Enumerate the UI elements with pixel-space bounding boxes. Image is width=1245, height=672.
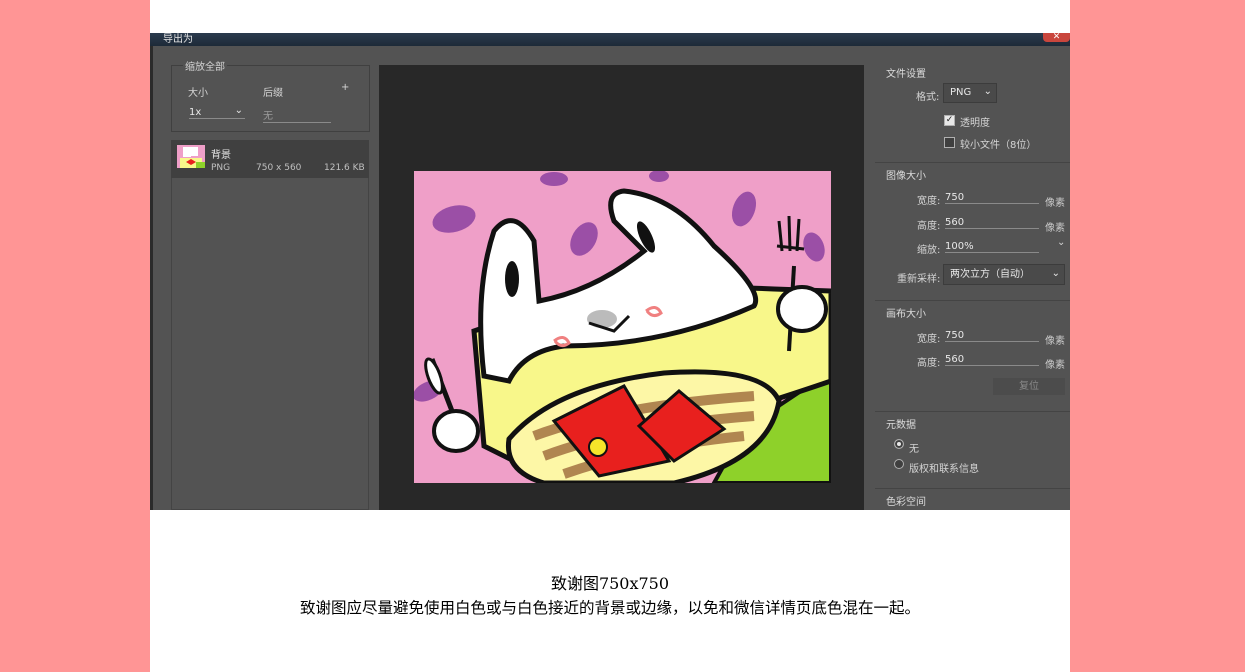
- canvas-size-title: 画布大小: [886, 309, 926, 320]
- caption-description: 致谢图应尽量避免使用白色或与白色接近的背景或边缘，以免和微信详情页底色混在一起。: [299, 599, 920, 617]
- chevron-down-icon: ⌄: [1057, 237, 1066, 248]
- window-left-edge: [150, 46, 153, 510]
- smaller-file-label: 较小文件（8位）: [960, 140, 1037, 151]
- chevron-down-icon: ⌄: [1051, 268, 1060, 279]
- resample-value: 两次立方（自动）: [950, 269, 1030, 280]
- resample-dropdown[interactable]: 两次立方（自动） ⌄: [943, 264, 1065, 285]
- resample-label: 重新采样:: [897, 274, 941, 285]
- image-width-field[interactable]: 750: [945, 192, 1039, 204]
- image-height-unit: 像素: [1045, 223, 1065, 234]
- close-button[interactable]: ✕: [1043, 33, 1070, 42]
- image-width-unit: 像素: [1045, 198, 1065, 209]
- canvas-height-label: 高度:: [917, 358, 941, 369]
- image-size-section: 图像大小 宽度: 750 像素 高度: 560 像素 缩放: 100% ⌄ 重新…: [875, 162, 1070, 288]
- canvas-size-section: 画布大小 宽度: 750 像素 高度: 560 像素 复位: [875, 300, 1070, 399]
- suffix-header: 后缀: [263, 88, 283, 99]
- canvas-width-label: 宽度:: [917, 334, 941, 345]
- window-title: 导出为: [163, 34, 193, 45]
- metadata-copyright-radio[interactable]: [894, 459, 904, 469]
- canvas-height-unit: 像素: [1045, 360, 1065, 371]
- size-dropdown[interactable]: 1x ⌄: [189, 105, 245, 119]
- file-settings-section: 文件设置 格式: PNG ⌄ ✓ 透明度 较小文件（8位）: [875, 65, 1070, 155]
- asset-dimensions: 750 x 560: [256, 163, 302, 173]
- metadata-section: 元数据 无 版权和联系信息: [875, 411, 1070, 482]
- asset-format: PNG: [211, 163, 231, 173]
- canvas-height-field[interactable]: 560: [945, 354, 1039, 366]
- asset-filesize: 121.6 KB: [324, 163, 365, 173]
- chevron-down-icon: ⌄: [234, 105, 243, 116]
- preview-image: [414, 171, 831, 483]
- image-size-title: 图像大小: [886, 171, 926, 182]
- image-height-field[interactable]: 560: [945, 217, 1039, 229]
- smaller-file-checkbox[interactable]: [944, 137, 955, 148]
- format-value: PNG: [950, 87, 972, 98]
- metadata-title: 元数据: [886, 420, 916, 431]
- scale-field[interactable]: 100%: [945, 241, 1039, 253]
- canvas-width-unit: 像素: [1045, 336, 1065, 347]
- scale-label: 缩放:: [917, 245, 941, 256]
- title-bar: 导出为 ✕: [150, 33, 1070, 46]
- reset-button[interactable]: 复位: [993, 378, 1065, 395]
- caption-title: 致谢图750x750: [550, 574, 670, 593]
- metadata-copyright-label: 版权和联系信息: [909, 464, 979, 475]
- transparency-checkbox[interactable]: ✓: [944, 115, 955, 126]
- image-height-label: 高度:: [917, 221, 941, 232]
- suffix-field[interactable]: 无: [263, 107, 331, 123]
- metadata-none-radio[interactable]: [894, 439, 904, 449]
- color-space-title: 色彩空间: [886, 497, 926, 508]
- asset-name: 背景: [211, 150, 231, 161]
- scale-all-title: 缩放全部: [183, 58, 227, 73]
- format-dropdown[interactable]: PNG ⌄: [943, 83, 997, 103]
- size-header: 大小: [188, 88, 208, 99]
- metadata-none-label: 无: [909, 444, 919, 455]
- canvas-width-field[interactable]: 750: [945, 330, 1039, 342]
- asset-thumbnail-icon: [177, 145, 205, 168]
- add-scale-button[interactable]: +: [341, 82, 349, 93]
- caption-block: 致谢图750x750 致谢图应尽量避免使用白色或与白色接近的背景或边缘，以免和微…: [150, 572, 1070, 620]
- transparency-label: 透明度: [960, 118, 990, 129]
- asset-row[interactable]: 背景 PNG 750 x 560 121.6 KB: [171, 140, 369, 178]
- chevron-down-icon: ⌄: [983, 86, 992, 97]
- image-width-label: 宽度:: [917, 196, 941, 207]
- export-dialog: 导出为 ✕ 缩放全部 大小 后缀 + 1x ⌄ 无 背景 PNG 750 x 56…: [150, 33, 1070, 510]
- file-settings-title: 文件设置: [886, 69, 926, 80]
- check-icon: ✓: [945, 115, 954, 125]
- size-value: 1x: [189, 107, 202, 118]
- format-label: 格式:: [916, 92, 940, 103]
- color-space-section: 色彩空间: [875, 488, 1070, 510]
- asset-list: [171, 178, 369, 510]
- preview-canvas[interactable]: [379, 65, 864, 510]
